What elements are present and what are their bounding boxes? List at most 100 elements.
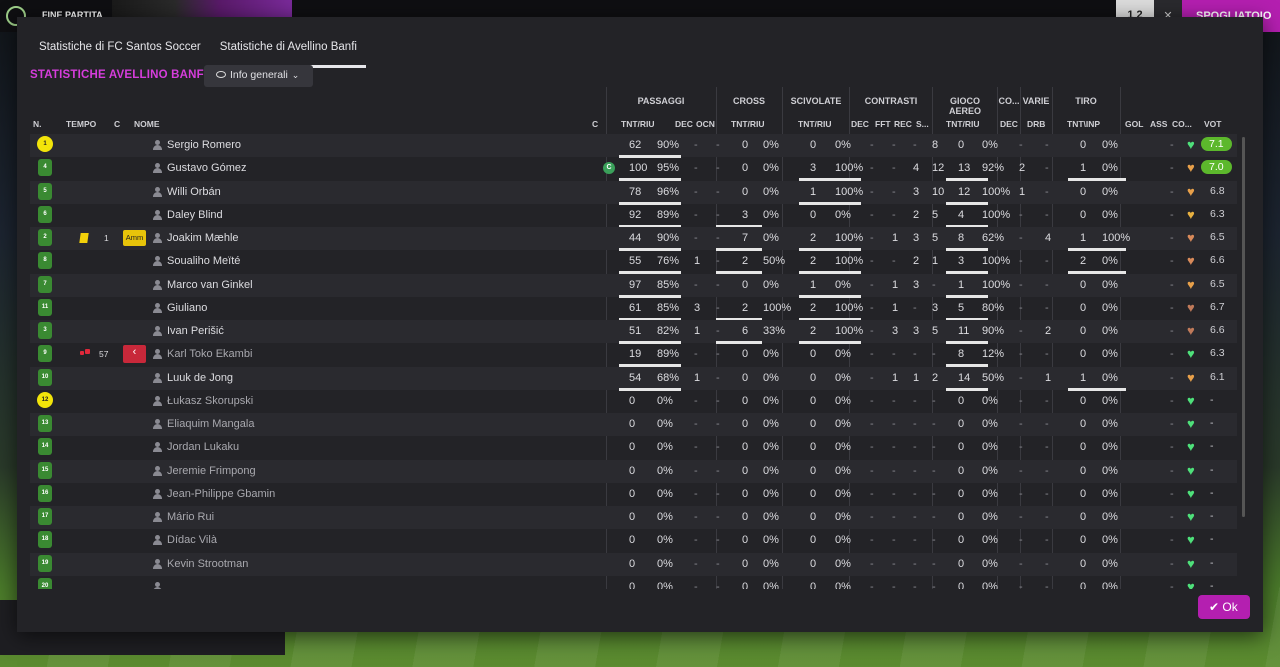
- passes-attempts: 0: [629, 580, 636, 589]
- player-name[interactable]: Dídac Vilà: [167, 534, 217, 546]
- tab-santos-stats[interactable]: Statistiche di FC Santos Soccer: [39, 39, 201, 68]
- table-row[interactable]: 9 57 ‹ Karl Toko Ekambi 19 89% - - 0 0% 0 0% - - - - 8 12…: [30, 343, 1237, 368]
- col-c2[interactable]: C: [592, 119, 598, 129]
- status-badge: Amm: [123, 230, 146, 246]
- pass-ocn-cell: -: [716, 394, 720, 407]
- tackles-attempts: 0: [810, 371, 817, 384]
- col-nome[interactable]: NOME: [134, 119, 160, 129]
- table-row[interactable]: 11 Giuliano 61 85% 3-2 100% 2 100% -1-3 5 80% - -0 0%…: [30, 297, 1237, 321]
- group-gioco-aereo: GIOCO AEREO: [948, 96, 981, 116]
- player-name[interactable]: Eliaquim Mangala: [167, 418, 254, 430]
- player-name[interactable]: Soualiho Meïté: [167, 255, 240, 267]
- player-name[interactable]: Luuk de Jong: [167, 372, 233, 384]
- col-con-fft[interactable]: FFT: [875, 119, 891, 129]
- ok-button[interactable]: ✔ Ok: [1198, 595, 1250, 619]
- col-ass[interactable]: ASS: [1150, 119, 1167, 129]
- col-pass-ocn[interactable]: OCN: [696, 119, 715, 129]
- table-row[interactable]: 15 Jeremie Frimpong 0 0% - - 0 0% 0 0% - - - - 0 0% - - 0 0…: [30, 459, 1237, 483]
- player-name[interactable]: Daley Blind: [167, 209, 223, 221]
- table-row[interactable]: 4 Gustavo Gómez C 100 95% - -0 0% 3 100% - -4 12 13 92…: [30, 157, 1237, 182]
- cross-success: 0%: [763, 441, 779, 454]
- col-sciv-tnt[interactable]: TNT/RIU: [798, 119, 832, 129]
- col-cross-tnt[interactable]: TNT/RIU: [731, 119, 765, 129]
- table-row[interactable]: 3 Ivan Perišić 51 82% 1-6 33% 2 100% -3 3 5 11 90% -2…: [30, 320, 1237, 344]
- shots-attempts: 1: [1080, 162, 1087, 175]
- table-row[interactable]: 18 Dídac Vilà 0 0% - -0 0% 0 0% - - - -0 0% - -0 0% - ♥ -: [30, 529, 1237, 552]
- col-vot[interactable]: VOT: [1204, 119, 1221, 129]
- shots-success: 0%: [1102, 511, 1118, 523]
- player-name[interactable]: Jean-Philippe Gbamin: [167, 488, 275, 500]
- col-num[interactable]: N.: [33, 119, 42, 129]
- col-con-rec[interactable]: REC: [894, 119, 912, 129]
- col-pass-tnt[interactable]: TNT/RIU: [621, 119, 655, 129]
- scrollbar[interactable]: [1242, 137, 1245, 517]
- player-name[interactable]: Sergio Romero: [167, 139, 241, 151]
- table-row[interactable]: 19 Kevin Strootman 0 0% - - 0 0% 0 0% - - - - 0 0% - - 0 0%…: [30, 552, 1237, 576]
- table-row[interactable]: 12 Łukasz Skorupski 0 0% - - 0 0% 0 0% - - - - 0 0% - - 0 0…: [30, 390, 1237, 413]
- col-tempo[interactable]: TEMPO: [66, 119, 96, 129]
- tab-avellino-stats[interactable]: Statistiche di Avellino Banfi: [210, 39, 366, 68]
- table-row[interactable]: 16 Jean-Philippe Gbamin 0 0% - - 0 0% 0 0% - - - - 0 0%…: [30, 483, 1237, 506]
- table-row[interactable]: 5 Willi Orbán 78 96% - -0 0% 1 100% - -3 10 12 100% 1-…: [30, 180, 1237, 205]
- col-co-dec[interactable]: DEC: [1000, 119, 1018, 129]
- player-name[interactable]: Giuliano: [167, 302, 207, 314]
- con-fft-cell: -: [892, 557, 896, 570]
- col-con-s[interactable]: S...: [916, 119, 929, 129]
- player-name[interactable]: Willi Orbán: [167, 186, 221, 198]
- shots-success: 0%: [1102, 278, 1118, 291]
- col-aereo-tnt[interactable]: TNT/RIU: [946, 119, 980, 129]
- tackles-success: 0%: [835, 371, 851, 384]
- con-fft-cell: -: [892, 418, 896, 430]
- player-name[interactable]: Ivan Perišić: [167, 325, 224, 337]
- pass-dec-cell: -: [694, 580, 698, 589]
- col-varie-drb[interactable]: DRB: [1027, 119, 1045, 129]
- con-s-cell: 10: [932, 185, 945, 198]
- passes-attempts: 55: [629, 255, 642, 268]
- table-row[interactable]: 8 Soualiho Meïté 55 76% 1-2 50% 2 100% - -2 1 3 100%…: [30, 250, 1237, 275]
- shots-attempts: 0: [1080, 534, 1087, 547]
- table-row[interactable]: 1 Sergio Romero 62 90% - - 0 0% 0 0% - - - 8 0 0% - - 0 0% -…: [30, 134, 1237, 158]
- co-dec-cell: -: [1019, 511, 1023, 523]
- passes-success: 0%: [657, 511, 673, 523]
- condition-heart-icon: ♥: [1187, 555, 1195, 571]
- table-row[interactable]: 6 Daley Blind 92 89% - -3 0% 0 0% - -2 5 4 100% - -0 0% -…: [30, 204, 1237, 228]
- shots-success: 0%: [1102, 208, 1118, 221]
- table-row[interactable]: 2 1 Amm Joakim Mæhle 44 90% - -7 0% 2 100% -1 3 5 8 62%…: [30, 227, 1237, 251]
- scrollbar-thumb[interactable]: [1242, 137, 1245, 517]
- con-dec-cell: -: [870, 255, 874, 268]
- table-row[interactable]: 7 Marco van Ginkel 97 85% - -0 0% 1 0% -1 3-1 100% -…: [30, 273, 1237, 298]
- table-row[interactable]: 10 Luuk de Jong 54 68% 1-0 0% 0 0% -1 1 2 14 50% -1 1 0…: [30, 366, 1237, 391]
- cross-attempts: 6: [742, 325, 749, 337]
- player-name[interactable]: Joakim Mæhle: [167, 232, 239, 244]
- person-icon: [153, 512, 162, 522]
- col-c[interactable]: C: [114, 119, 120, 129]
- player-name[interactable]: Kevin Strootman: [167, 558, 248, 570]
- col-con-dec[interactable]: DEC: [851, 119, 869, 129]
- player-name[interactable]: Jordan Lukaku: [167, 441, 239, 453]
- player-name[interactable]: Jeremie Frimpong: [167, 465, 256, 477]
- shots-attempts: 0: [1080, 394, 1087, 407]
- pass-dec-cell: -: [694, 534, 698, 547]
- table-row[interactable]: 20 0 0% - - 0 0% 0 0% - - - - 0 0% - - 0 0% - ♥ -: [30, 576, 1237, 589]
- pass-ocn-cell: -: [716, 255, 720, 268]
- col-gol[interactable]: GOL: [1125, 119, 1143, 129]
- col-condition[interactable]: CO...: [1172, 119, 1192, 129]
- table-row[interactable]: 17 Mário Rui 0 0% - - 0 0% 0 0% - - - - 0 0% - - 0 0% - ♥ -: [30, 506, 1237, 529]
- con-rec-cell: -: [913, 487, 917, 500]
- player-name[interactable]: Łukasz Skorupski: [167, 395, 253, 407]
- condition-heart-icon: ♥: [1187, 439, 1195, 455]
- col-tiro-tnt[interactable]: TNT\INP: [1067, 119, 1100, 129]
- aerial-attempts: 11: [958, 325, 970, 337]
- col-pass-dec[interactable]: DEC: [675, 119, 693, 129]
- shots-attempts: 0: [1080, 208, 1087, 221]
- subbed-out-badge[interactable]: ‹: [123, 345, 146, 364]
- table-row[interactable]: 14 Jordan Lukaku 0 0% - -0 0% 0 0% - - - -0 0% - -0 0% - ♥…: [30, 436, 1237, 459]
- view-dropdown[interactable]: Info generali ⌄: [204, 65, 313, 87]
- dribbles-cell: -: [1045, 278, 1049, 291]
- condition-heart-icon: ♥: [1187, 137, 1195, 152]
- table-row[interactable]: 13 Eliaquim Mangala 0 0% - - 0 0% 0 0% - - - - 0 0% - - 0 0…: [30, 413, 1237, 436]
- player-name[interactable]: Mário Rui: [167, 511, 214, 523]
- player-name[interactable]: Gustavo Gómez: [167, 162, 246, 174]
- player-name[interactable]: Marco van Ginkel: [167, 279, 253, 291]
- player-name[interactable]: Karl Toko Ekambi: [167, 348, 252, 360]
